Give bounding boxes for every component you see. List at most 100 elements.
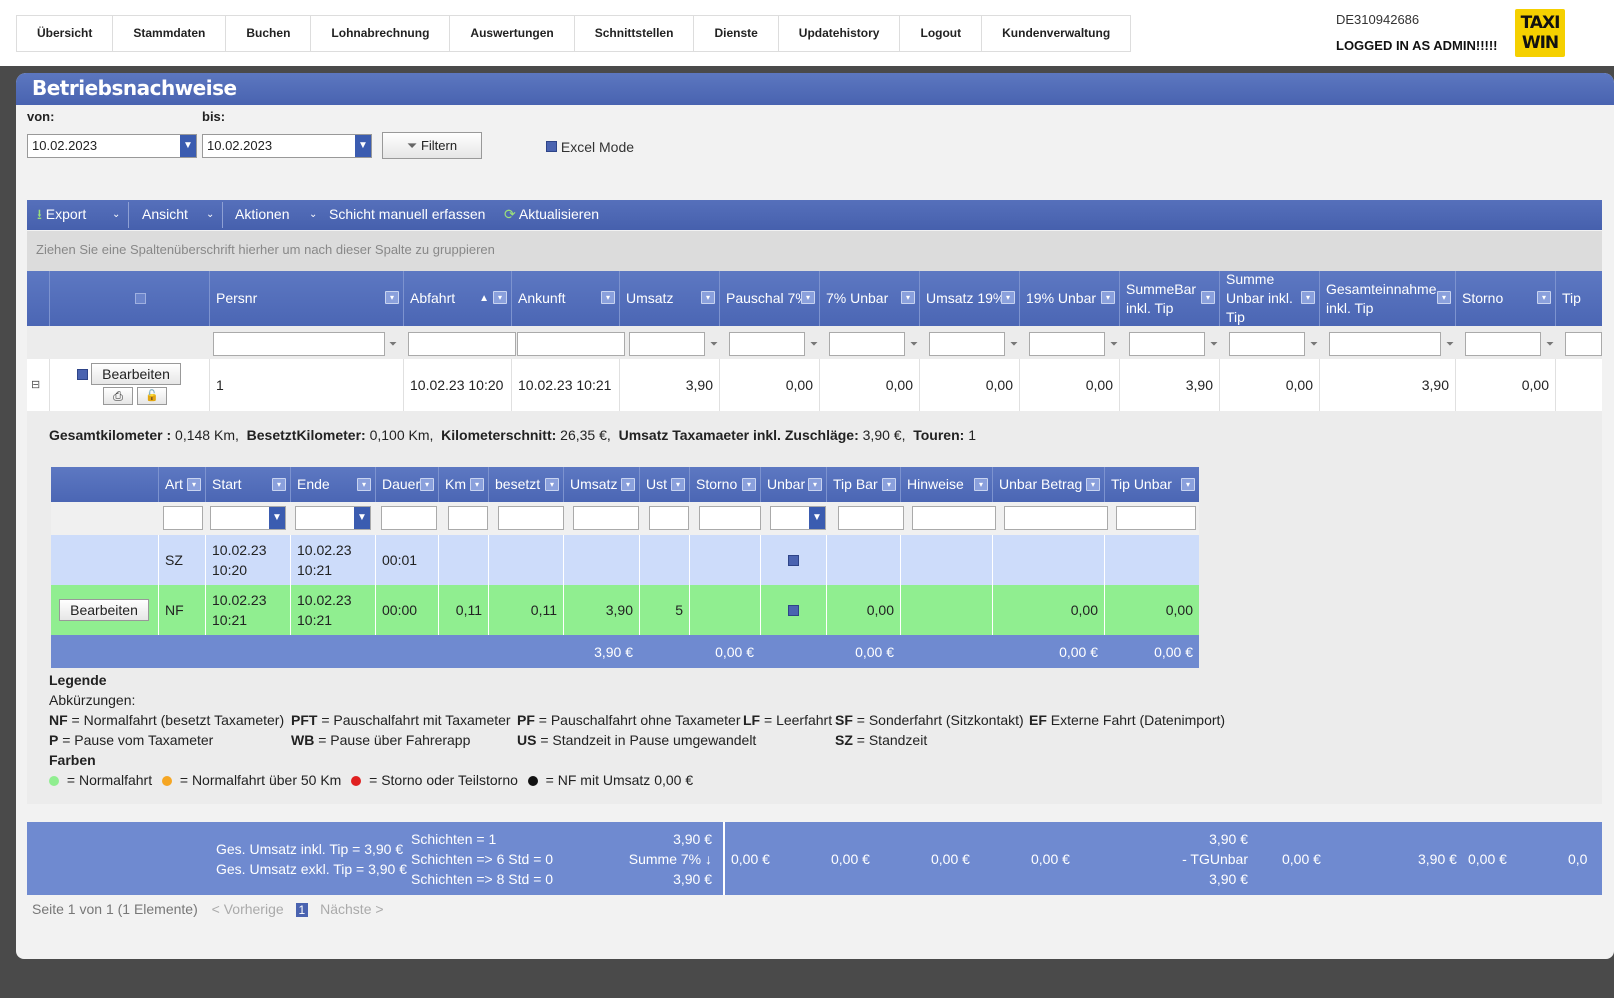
column-filter-icon[interactable]: ▾ bbox=[1537, 291, 1551, 304]
filter-funnel-icon[interactable]: ⏷ bbox=[910, 339, 918, 350]
column-filter-icon[interactable]: ▾ bbox=[420, 478, 434, 491]
aktionen-menu[interactable]: Aktionen bbox=[235, 200, 289, 230]
column-filter-icon[interactable]: ▾ bbox=[671, 478, 685, 491]
column-filter-icon[interactable]: ▾ bbox=[801, 291, 815, 304]
nav-kundenverwaltung[interactable]: Kundenverwaltung bbox=[982, 16, 1131, 51]
nav-buchen[interactable]: Buchen bbox=[226, 16, 312, 51]
unbar-checkbox[interactable] bbox=[788, 554, 799, 566]
select-all-checkbox[interactable] bbox=[135, 293, 146, 304]
print-icon[interactable]: ⎙ bbox=[103, 387, 133, 405]
column-filter-icon[interactable]: ▾ bbox=[493, 291, 507, 304]
nav-stammdaten[interactable]: Stammdaten bbox=[113, 16, 227, 51]
nav-auswertungen[interactable]: Auswertungen bbox=[450, 16, 575, 51]
col-umsatz19[interactable]: Umsatz 19% ▾ bbox=[919, 271, 1019, 326]
from-date-input[interactable]: 10.02.2023 ▼ bbox=[27, 134, 197, 158]
filter-tip[interactable] bbox=[1565, 332, 1602, 356]
col-unbar19[interactable]: 19% Unbar ▾ bbox=[1019, 271, 1119, 326]
nav-updatehistory[interactable]: Updatehistory bbox=[778, 16, 901, 51]
excel-mode-toggle[interactable]: Excel Mode bbox=[546, 139, 634, 155]
subgrid-row-nf[interactable]: Bearbeiten NF 10.02.23 10:21 10.02.23 10:2… bbox=[51, 585, 1199, 635]
filter-summebar[interactable] bbox=[1129, 332, 1205, 356]
filter-persnr[interactable] bbox=[213, 332, 385, 356]
col-tip[interactable]: Tip bbox=[1555, 271, 1602, 326]
column-filter-icon[interactable]: ▾ bbox=[272, 478, 286, 491]
column-filter-icon[interactable]: ▾ bbox=[882, 478, 896, 491]
filter-funnel-icon[interactable]: ⏷ bbox=[810, 339, 818, 350]
sub-filter-unbar[interactable]: ▼ bbox=[770, 506, 826, 530]
filter-funnel-icon[interactable]: ⏷ bbox=[1446, 339, 1454, 350]
sub-col-ust[interactable]: Ust ▾ bbox=[639, 467, 689, 502]
filter-funnel-icon[interactable]: ⏷ bbox=[1210, 339, 1218, 350]
sub-filter-start[interactable]: ▼ bbox=[210, 506, 286, 530]
col-abfahrt[interactable]: Abfahrt ▲ ▾ bbox=[403, 271, 511, 326]
sub-filter-umsatz[interactable] bbox=[573, 506, 639, 530]
sub-filter-tipbar[interactable] bbox=[838, 506, 904, 530]
column-filter-icon[interactable]: ▾ bbox=[808, 478, 822, 491]
column-filter-icon[interactable]: ▾ bbox=[742, 478, 756, 491]
edit-button[interactable]: Bearbeiten bbox=[59, 599, 149, 621]
filter-funnel-icon[interactable]: ⏷ bbox=[1310, 339, 1318, 350]
filter-button[interactable]: ⏷ Filtern bbox=[382, 132, 482, 159]
column-filter-icon[interactable]: ▾ bbox=[385, 291, 399, 304]
filter-summeunbar[interactable] bbox=[1229, 332, 1305, 356]
filter-unbar19[interactable] bbox=[1029, 332, 1105, 356]
col-pauschal7[interactable]: Pauschal 7% ▾ bbox=[719, 271, 819, 326]
dropdown-icon[interactable]: ▼ bbox=[269, 507, 285, 529]
filter-storno[interactable] bbox=[1465, 332, 1541, 356]
subgrid-row-sz[interactable]: SZ 10.02.23 10:20 10.02.23 10:21 00:01 bbox=[51, 535, 1199, 585]
col-gesamteinnahme[interactable]: Gesamteinnahme inkl. Tip ▾ bbox=[1319, 271, 1455, 326]
schicht-manuell-button[interactable]: Schicht manuell erfassen bbox=[329, 200, 485, 230]
filter-unbar7[interactable] bbox=[829, 332, 905, 356]
to-date-dropdown-icon[interactable]: ▼ bbox=[355, 135, 371, 157]
dropdown-icon[interactable]: ▼ bbox=[354, 507, 370, 529]
col-umsatz[interactable]: Umsatz ▾ bbox=[619, 271, 719, 326]
aktionen-dropdown-icon[interactable]: ⌄ bbox=[309, 200, 317, 230]
nav-lohnabrechnung[interactable]: Lohnabrechnung bbox=[311, 16, 451, 51]
nav-schnittstellen[interactable]: Schnittstellen bbox=[574, 16, 695, 51]
ansicht-dropdown-icon[interactable]: ⌄ bbox=[206, 200, 214, 230]
col-summebar[interactable]: SummeBar inkl. Tip ▾ bbox=[1119, 271, 1219, 326]
edit-button[interactable]: Bearbeiten bbox=[91, 363, 181, 385]
sub-col-tipunbar[interactable]: Tip Unbar ▾ bbox=[1104, 467, 1199, 502]
column-filter-icon[interactable]: ▾ bbox=[901, 291, 915, 304]
unbar-checkbox[interactable] bbox=[788, 604, 799, 616]
pager-page-1[interactable]: 1 bbox=[295, 903, 309, 917]
from-date-dropdown-icon[interactable]: ▼ bbox=[180, 135, 196, 157]
sub-filter-tipunbar[interactable] bbox=[1116, 506, 1196, 530]
column-filter-icon[interactable]: ▾ bbox=[470, 478, 484, 491]
sub-col-art[interactable]: Art ▾ bbox=[158, 467, 205, 502]
pager-next[interactable]: Nächste > bbox=[320, 901, 383, 917]
sub-filter-besetzt[interactable] bbox=[498, 506, 564, 530]
sub-col-umsatz[interactable]: Umsatz ▾ bbox=[563, 467, 639, 502]
column-filter-icon[interactable]: ▾ bbox=[701, 291, 715, 304]
filter-ankunft[interactable] bbox=[517, 332, 625, 356]
col-storno[interactable]: Storno ▾ bbox=[1455, 271, 1555, 326]
sub-filter-unbarbetrag[interactable] bbox=[1004, 506, 1108, 530]
filter-funnel-icon[interactable]: ⏷ bbox=[389, 339, 397, 350]
nav-uebersicht[interactable]: Übersicht bbox=[17, 16, 114, 51]
export-menu[interactable]: ⭳ Export bbox=[37, 200, 86, 230]
sub-filter-storno[interactable] bbox=[699, 506, 761, 530]
table-row[interactable]: ⊟ Bearbeiten ⎙ 🔓 1 10.02.23 10:20 10.02.… bbox=[27, 359, 1602, 411]
sub-col-ende[interactable]: Ende ▾ bbox=[290, 467, 375, 502]
excel-mode-checkbox[interactable] bbox=[546, 141, 557, 152]
sub-col-dauer[interactable]: Dauer ▾ bbox=[375, 467, 438, 502]
column-filter-icon[interactable]: ▾ bbox=[545, 478, 559, 491]
filter-funnel-icon[interactable]: ⏷ bbox=[1110, 339, 1118, 350]
export-dropdown-icon[interactable]: ⌄ bbox=[112, 200, 120, 230]
column-filter-icon[interactable]: ▾ bbox=[1001, 291, 1015, 304]
column-filter-icon[interactable]: ▾ bbox=[621, 478, 635, 491]
to-date-input[interactable]: 10.02.2023 ▼ bbox=[202, 134, 372, 158]
sub-col-besetzt[interactable]: besetzt ▾ bbox=[488, 467, 563, 502]
col-unbar7[interactable]: 7% Unbar ▾ bbox=[819, 271, 919, 326]
filter-umsatz[interactable] bbox=[629, 332, 705, 356]
sub-filter-km[interactable] bbox=[448, 506, 488, 530]
dropdown-icon[interactable]: ▼ bbox=[809, 507, 825, 529]
column-filter-icon[interactable]: ▾ bbox=[1086, 478, 1100, 491]
column-filter-icon[interactable]: ▾ bbox=[357, 478, 371, 491]
collapse-icon[interactable]: ⊟ bbox=[27, 359, 49, 411]
sub-filter-hinweise[interactable] bbox=[912, 506, 996, 530]
col-persnr[interactable]: Persnr ▾ bbox=[209, 271, 403, 326]
column-filter-icon[interactable]: ▾ bbox=[1437, 291, 1451, 304]
filter-funnel-icon[interactable]: ⏷ bbox=[710, 339, 718, 350]
